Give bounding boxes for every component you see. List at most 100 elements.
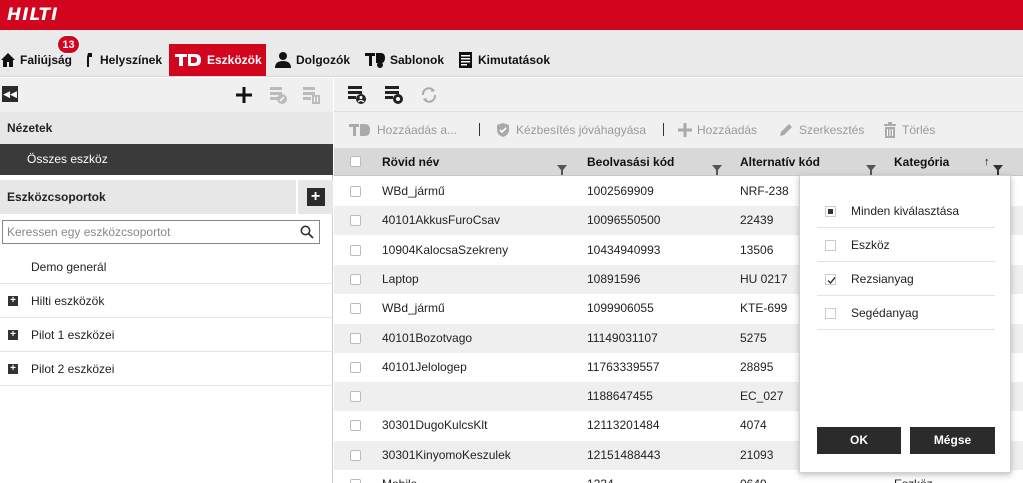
group-item-pilot2[interactable]: + Pilot 2 eszközei (0, 352, 333, 386)
filter-option-segedanyag[interactable]: Segédanyag (817, 296, 995, 330)
select-all-checkbox[interactable] (350, 156, 361, 167)
approve-delivery-button[interactable]: Kézbesítés jóváhagyása (495, 122, 646, 138)
nav-item-kimutatasok[interactable]: Kimutatások (458, 44, 550, 76)
group-item-demo[interactable]: Demo generál (0, 250, 333, 284)
row-checkbox[interactable] (350, 303, 361, 315)
nav-item-label: Faliújság (20, 53, 73, 67)
nav-item-helyszinek[interactable]: Helyszínek (84, 44, 162, 76)
nav-item-eszkozok[interactable]: Eszközök (169, 44, 266, 76)
group-item-pilot1[interactable]: + Pilot 1 eszközei (0, 318, 333, 352)
ok-button[interactable]: OK (817, 427, 901, 454)
nav-item-label: Eszközök (207, 53, 262, 67)
tool-detail-icon[interactable] (346, 84, 368, 106)
sort-asc-icon[interactable]: ↑ (984, 148, 990, 176)
left-panel: ◀◀ Nézetek Összes eszköz Eszközcsoportok… (0, 78, 333, 483)
nav-item-label: Helyszínek (100, 53, 163, 67)
groups-section-title: Eszközcsoportok (0, 180, 296, 214)
filter-option-rezsianyag[interactable]: Rezsianyag (817, 262, 995, 296)
left-toolbar: ◀◀ (0, 78, 333, 112)
checkbox[interactable] (825, 308, 836, 319)
add-group-button[interactable]: + (298, 180, 333, 214)
tools-icon (173, 51, 203, 69)
category-filter-popup: Minden kiválasztása Eszköz Rezsianyag Se… (799, 175, 1011, 473)
group-search (2, 220, 320, 244)
views-section-title: Nézetek (0, 112, 333, 144)
template-add-icon (348, 123, 372, 137)
cell-short-name: WBd_jármű (382, 184, 445, 198)
cell-scan-code: 11763339557 (587, 359, 660, 374)
expand-icon[interactable]: + (8, 296, 18, 306)
cell-short-name: 30301KinyomoKeszulek (382, 447, 511, 462)
group-item-label: Pilot 1 eszközei (31, 328, 115, 342)
cell-short-name: WBd_jármű (382, 301, 445, 316)
group-search-input[interactable] (3, 221, 293, 243)
checkbox[interactable] (825, 240, 836, 251)
row-checkbox[interactable] (350, 215, 361, 227)
toolbar-separator (479, 123, 480, 136)
column-header-scan-code[interactable]: Beolvasási kód (587, 148, 725, 176)
group-item-hilti[interactable]: + Hilti eszközök (0, 284, 333, 318)
delete-group-icon[interactable] (300, 84, 322, 106)
delete-button[interactable]: Törlés (883, 122, 935, 138)
group-item-label: Hilti eszközök (31, 294, 105, 308)
table-header: Rövid név Beolvasási kód Alternatív kód … (334, 148, 1023, 176)
row-checkbox[interactable] (350, 273, 361, 285)
action-bar: Hozzáadás a... Kézbesítés jóváhagyása Ho… (334, 112, 1023, 148)
refresh-icon[interactable] (418, 84, 440, 106)
cell-short-name: 30301DugoKulcsKlt (382, 418, 488, 433)
cell-scan-code: 10891596 (587, 271, 641, 286)
cell-short-name: 40101Jelologep (382, 359, 467, 374)
template-icon (364, 51, 386, 69)
group-item-label: Pilot 2 eszközei (31, 362, 115, 376)
cell-short-name: Laptop (382, 271, 419, 286)
location-pin-icon (84, 52, 96, 68)
cell-scan-code: 10096550500 (587, 213, 661, 228)
column-header-alt-code[interactable]: Alternatív kód (740, 148, 879, 176)
row-checkbox[interactable] (350, 361, 361, 373)
row-checkbox[interactable] (350, 479, 361, 483)
cell-short-name: Mobile (382, 470, 577, 483)
hilti-logo[interactable]: HILTI (4, 6, 62, 24)
cell-short-name: 40101AkkusFuroCsav (382, 213, 501, 228)
notification-badge: 13 (57, 35, 80, 54)
row-checkbox[interactable] (350, 420, 361, 432)
group-item-label: Demo generál (31, 260, 107, 274)
search-icon[interactable] (300, 225, 314, 242)
cell-scan-code: 12151488443 (587, 447, 661, 462)
pencil-icon (778, 122, 794, 138)
cell-short-name (382, 382, 577, 411)
cell-scan-code: 1188647455 (587, 389, 653, 404)
filter-option-eszkoz[interactable]: Eszköz (817, 228, 995, 262)
cell-short-name: 40101Bozotvago (382, 330, 473, 345)
column-header-short-name[interactable]: Rövid név (382, 148, 572, 176)
partial-checkbox[interactable] (825, 206, 836, 217)
expand-icon[interactable]: + (8, 330, 18, 340)
view-item-all-tools[interactable]: Összes eszköz (0, 144, 333, 175)
edit-button[interactable]: Szerkesztés (778, 122, 864, 138)
nav-item-label: Kimutatások (478, 53, 551, 67)
tool-settings-icon[interactable] (383, 84, 405, 106)
checked-checkbox[interactable] (825, 274, 836, 285)
filter-option-select-all[interactable]: Minden kiválasztása (817, 194, 995, 228)
cell-scan-code: 11149031107 (587, 330, 658, 345)
cell-scan-code: 1002569909 (587, 184, 654, 198)
cancel-button[interactable]: Mégse (910, 427, 995, 454)
column-header-category[interactable]: Kategória ↑ (894, 148, 1009, 176)
plus-icon: + (306, 188, 325, 206)
toolbar-separator (663, 123, 664, 136)
row-checkbox[interactable] (350, 449, 361, 461)
add-from-template-button[interactable]: Hozzáadás a... (348, 122, 457, 138)
row-checkbox[interactable] (350, 186, 361, 197)
nav-item-sablonok[interactable]: Sablonok (364, 44, 444, 76)
nav-item-dolgozok[interactable]: Dolgozók (274, 44, 350, 76)
expand-icon[interactable]: + (8, 364, 18, 374)
cell-scan-code: 12113201484 (587, 418, 660, 433)
row-checkbox[interactable] (350, 332, 361, 344)
main-nav: Faliújság 13 Helyszínek Eszközök Dolgozó… (0, 30, 1023, 77)
add-icon[interactable] (233, 84, 255, 106)
collapse-panel-button[interactable]: ◀◀ (2, 86, 18, 102)
add-button[interactable]: Hozzáadás (678, 122, 757, 138)
row-checkbox[interactable] (350, 391, 361, 403)
edit-group-icon[interactable] (267, 84, 289, 106)
row-checkbox[interactable] (350, 244, 361, 256)
